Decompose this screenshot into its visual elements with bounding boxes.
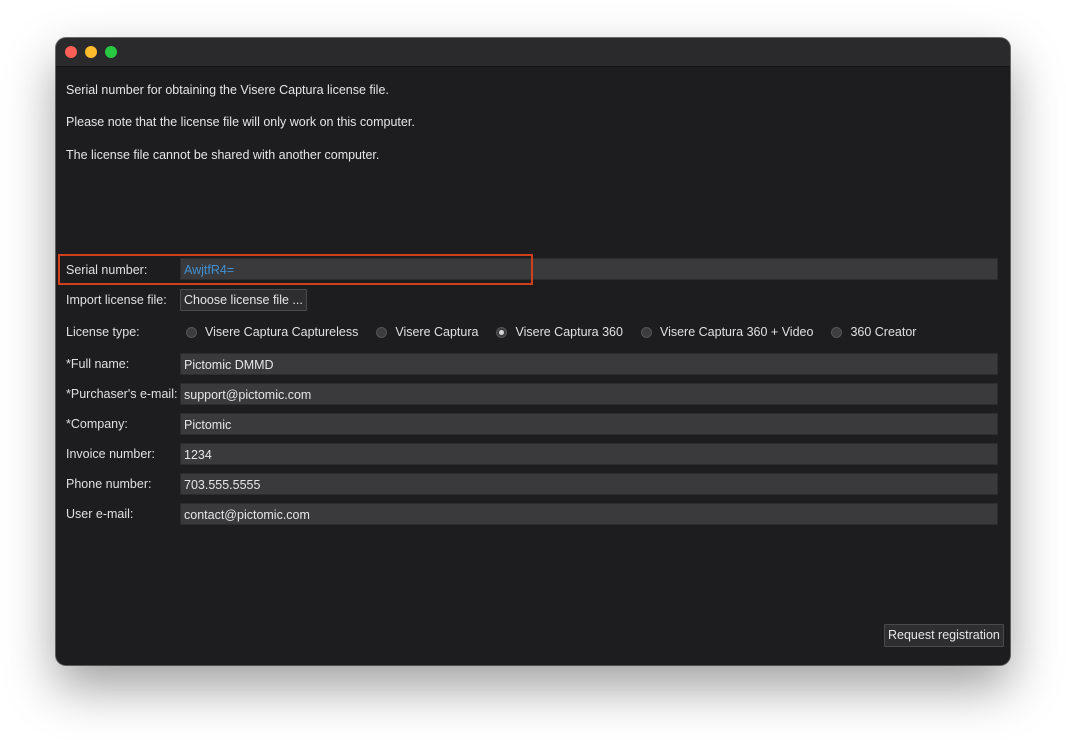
radio-label: Visere Captura 360: [515, 325, 623, 339]
info-text-sharing: The license file cannot be shared with a…: [66, 148, 380, 162]
license-type-label: License type:: [66, 325, 140, 339]
radio-button-icon: [186, 326, 197, 338]
radio-button-checked-icon: [496, 326, 508, 338]
radio-button-icon: [640, 326, 652, 338]
radio-label: Visere Captura Captureless: [205, 325, 359, 339]
radio-visere-captura[interactable]: Visere Captura: [376, 325, 478, 339]
radio-visere-captura-360-video[interactable]: Visere Captura 360 + Video: [640, 325, 814, 339]
invoice-number-field[interactable]: 1234: [180, 443, 998, 465]
radio-label: 360 Creator: [850, 325, 917, 339]
invoice-number-label: Invoice number:: [66, 447, 155, 461]
company-field[interactable]: Pictomic: [180, 413, 998, 435]
choose-license-file-button[interactable]: Choose license file ...: [180, 289, 307, 311]
radio-captureless[interactable]: Visere Captura Captureless: [186, 325, 358, 339]
info-text-serial: Serial number for obtaining the Visere C…: [66, 83, 389, 97]
title-bar: [56, 38, 1010, 67]
phone-number-field[interactable]: 703.555.5555: [180, 473, 998, 495]
license-type-radio-group: Visere Captura Captureless Visere Captur…: [186, 324, 934, 340]
radio-label: Visere Captura: [395, 325, 479, 339]
phone-number-label: Phone number:: [66, 477, 152, 491]
radio-360-creator[interactable]: 360 Creator: [831, 325, 916, 339]
request-registration-button[interactable]: Request registration: [884, 624, 1004, 647]
radio-visere-captura-360[interactable]: Visere Captura 360: [496, 325, 623, 339]
purchaser-email-label: *Purchaser's e-mail:: [66, 387, 178, 401]
close-window-button[interactable]: [65, 46, 77, 58]
company-label: *Company:: [66, 417, 128, 431]
import-license-label: Import license file:: [66, 293, 167, 307]
radio-label: Visere Captura 360 + Video: [659, 325, 814, 339]
minimize-window-button[interactable]: [85, 46, 97, 58]
zoom-window-button[interactable]: [105, 46, 117, 58]
radio-button-icon: [376, 326, 388, 338]
window-content: Serial number for obtaining the Visere C…: [56, 67, 1010, 665]
full-name-field[interactable]: Pictomic DMMD: [180, 353, 998, 375]
serial-number-field[interactable]: AwjtfR4=: [180, 258, 998, 280]
full-name-label: *Full name:: [66, 357, 130, 371]
serial-number-label: Serial number:: [66, 263, 148, 277]
info-text-computer: Please note that the license file will o…: [66, 115, 415, 129]
purchaser-email-field[interactable]: support@pictomic.com: [180, 383, 998, 405]
radio-button-icon: [831, 326, 843, 338]
user-email-label: User e-mail:: [66, 507, 134, 521]
user-email-field[interactable]: contact@pictomic.com: [180, 503, 998, 525]
license-window: Serial number for obtaining the Visere C…: [56, 38, 1010, 665]
serial-number-value: AwjtfR4=: [184, 263, 235, 277]
